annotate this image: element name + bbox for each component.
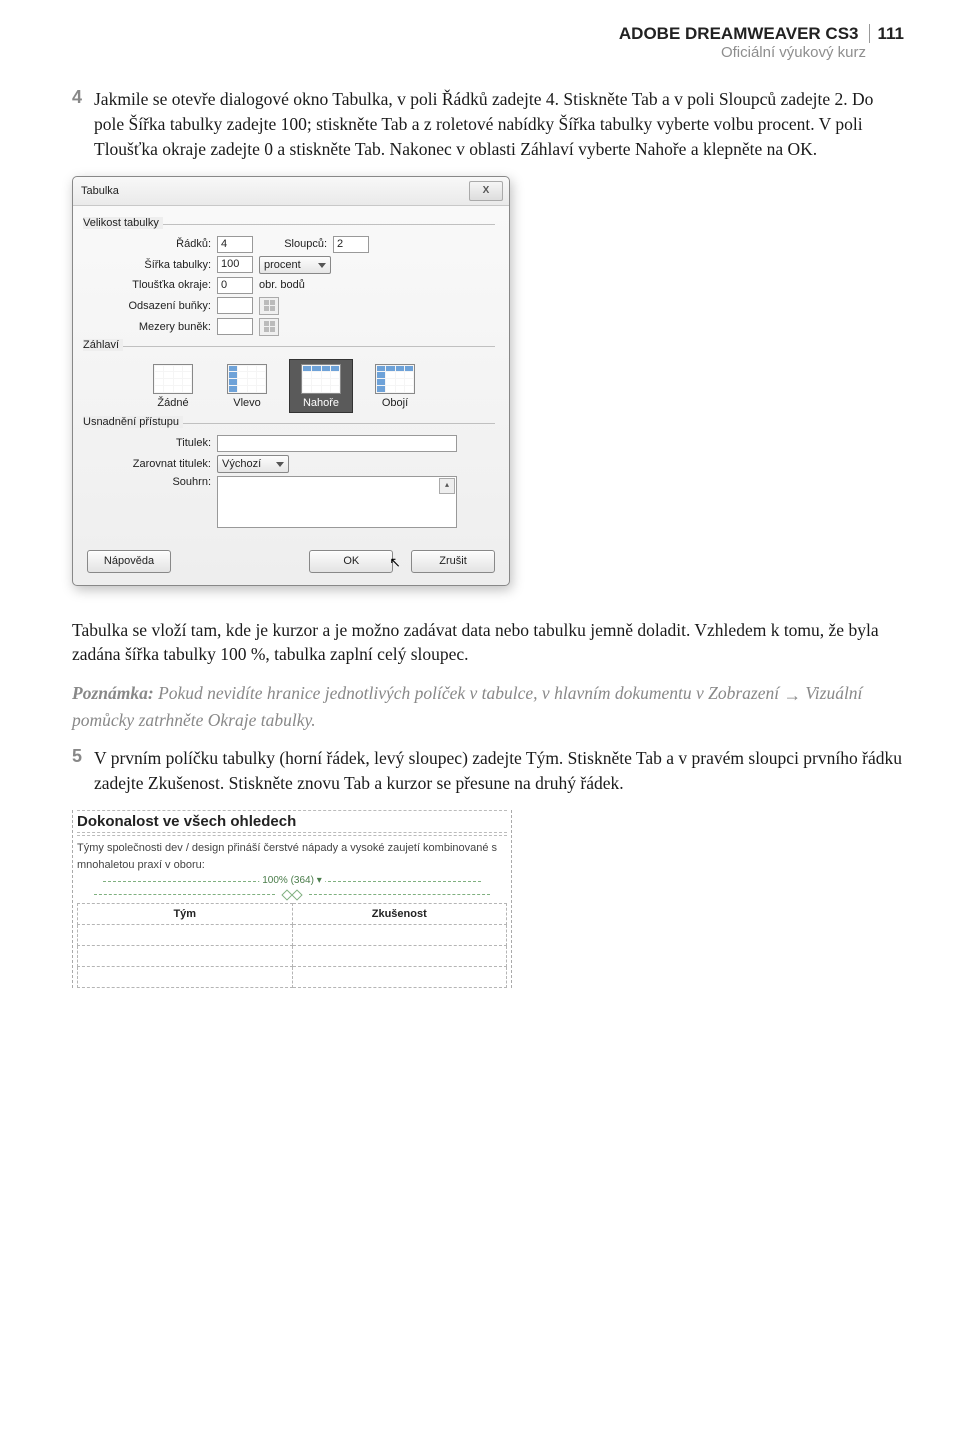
table-row: Tým Zkušenost: [78, 904, 507, 925]
book-title: ADOBE DREAMWEAVER CS3: [619, 24, 859, 43]
table-row: [78, 925, 507, 946]
step-number: 4: [72, 87, 94, 162]
fieldset-access: Usnadnění přístupu Titulek: Zarovnat tit…: [83, 423, 495, 528]
table-cell[interactable]: [292, 967, 507, 988]
cellspace-icon: [259, 318, 279, 336]
caption-input[interactable]: [217, 435, 457, 452]
fieldset-header-legend: Záhlaví: [83, 339, 123, 351]
help-button[interactable]: Nápověda: [87, 550, 171, 573]
table-width-ruler: 100% (364) ▾: [77, 875, 507, 889]
fieldset-access-legend: Usnadnění přístupu: [83, 416, 183, 428]
cellpad-input[interactable]: [217, 297, 253, 314]
step-text: Jakmile se otevře dialogové okno Tabulka…: [94, 87, 904, 162]
preview-paragraph: Týmy společnosti dev / design přináší če…: [77, 840, 507, 873]
note-text-a: Pokud nevidíte hranice jednotlivých polí…: [158, 683, 783, 703]
dialog-title: Tabulka: [81, 185, 119, 197]
preview-heading: Dokonalost ve všech ohledech: [77, 813, 507, 830]
header-option-top[interactable]: Nahoře: [289, 359, 353, 413]
header-top-icon: [301, 364, 341, 394]
note-label: Poznámka:: [72, 683, 154, 703]
cellspace-input[interactable]: [217, 318, 253, 335]
ruler-label: 100% (364) ▾: [259, 875, 325, 886]
table-row: [78, 946, 507, 967]
border-input[interactable]: 0: [217, 277, 253, 294]
summary-textarea[interactable]: ▴: [217, 476, 457, 528]
cellpad-icon: [259, 297, 279, 315]
column-ruler: [77, 889, 507, 901]
header-left-icon: [227, 364, 267, 394]
fieldset-header: Záhlaví Žádné: [83, 346, 495, 413]
page-header: ADOBE DREAMWEAVER CS3 111 Oficiální výuk…: [72, 24, 904, 61]
table-header-cell[interactable]: Tým: [78, 904, 293, 925]
header-both-icon: [375, 364, 415, 394]
table-cell[interactable]: [78, 967, 293, 988]
header-left-label: Vlevo: [233, 397, 261, 409]
fieldset-size: Velikost tabulky Řádků: 4 Sloupců: 2 Šíř…: [83, 224, 495, 336]
cancel-button[interactable]: Zrušit: [411, 550, 495, 573]
cellpad-label: Odsazení buňky:: [83, 300, 217, 312]
cols-label: Sloupců:: [253, 238, 333, 250]
table-row: [78, 967, 507, 988]
align-caption-label: Zarovnat titulek:: [83, 458, 217, 470]
caption-label: Titulek:: [83, 437, 217, 449]
close-button[interactable]: X: [469, 181, 503, 201]
rows-label: Řádků:: [83, 238, 217, 250]
step-4: 4 Jakmile se otevře dialogové okno Tabul…: [72, 87, 904, 162]
table-cell[interactable]: [292, 925, 507, 946]
cursor-icon: ↖: [389, 554, 401, 571]
width-input[interactable]: 100: [217, 256, 253, 273]
header-none-label: Žádné: [157, 397, 188, 409]
ok-button[interactable]: OK: [309, 550, 393, 573]
table-cell[interactable]: [78, 925, 293, 946]
book-subtitle: Oficiální výukový kurz: [72, 44, 866, 61]
cellspace-label: Mezery buněk:: [83, 321, 217, 333]
header-option-left[interactable]: Vlevo: [215, 359, 279, 413]
header-option-none[interactable]: Žádné: [141, 359, 205, 413]
fieldset-size-legend: Velikost tabulky: [83, 217, 163, 229]
step-number: 5: [72, 746, 94, 796]
header-both-label: Obojí: [382, 397, 408, 409]
border-unit: obr. bodů: [259, 279, 305, 291]
border-label: Tloušťka okraje:: [83, 279, 217, 291]
align-caption-select[interactable]: Výchozí: [217, 455, 289, 473]
scroll-up-icon[interactable]: ▴: [439, 478, 455, 494]
header-option-both[interactable]: Obojí: [363, 359, 427, 413]
width-unit-select[interactable]: procent: [259, 256, 331, 274]
step-5: 5 V prvním políčku tabulky (horní řádek,…: [72, 746, 904, 796]
note-paragraph: Poznámka: Pokud nevidíte hranice jednotl…: [72, 681, 904, 732]
table-cell[interactable]: [292, 946, 507, 967]
width-label: Šířka tabulky:: [83, 259, 217, 271]
header-none-icon: [153, 364, 193, 394]
cols-input[interactable]: 2: [333, 236, 369, 253]
page-number: 111: [869, 24, 905, 43]
summary-label: Souhrn:: [83, 476, 217, 488]
paragraph-after-dialog: Tabulka se vloží tam, kde je kurzor a je…: [72, 618, 904, 668]
table-cell[interactable]: [78, 946, 293, 967]
inserted-table[interactable]: Tým Zkušenost: [77, 903, 507, 988]
header-top-label: Nahoře: [303, 397, 339, 409]
editor-preview: Dokonalost ve všech ohledech Týmy společ…: [72, 810, 512, 988]
arrow-icon: →: [784, 683, 802, 708]
table-header-cell[interactable]: Zkušenost: [292, 904, 507, 925]
step-text: V prvním políčku tabulky (horní řádek, l…: [94, 746, 904, 796]
table-dialog: Tabulka X Velikost tabulky Řádků: 4 Slou…: [72, 176, 510, 586]
rows-input[interactable]: 4: [217, 236, 253, 253]
